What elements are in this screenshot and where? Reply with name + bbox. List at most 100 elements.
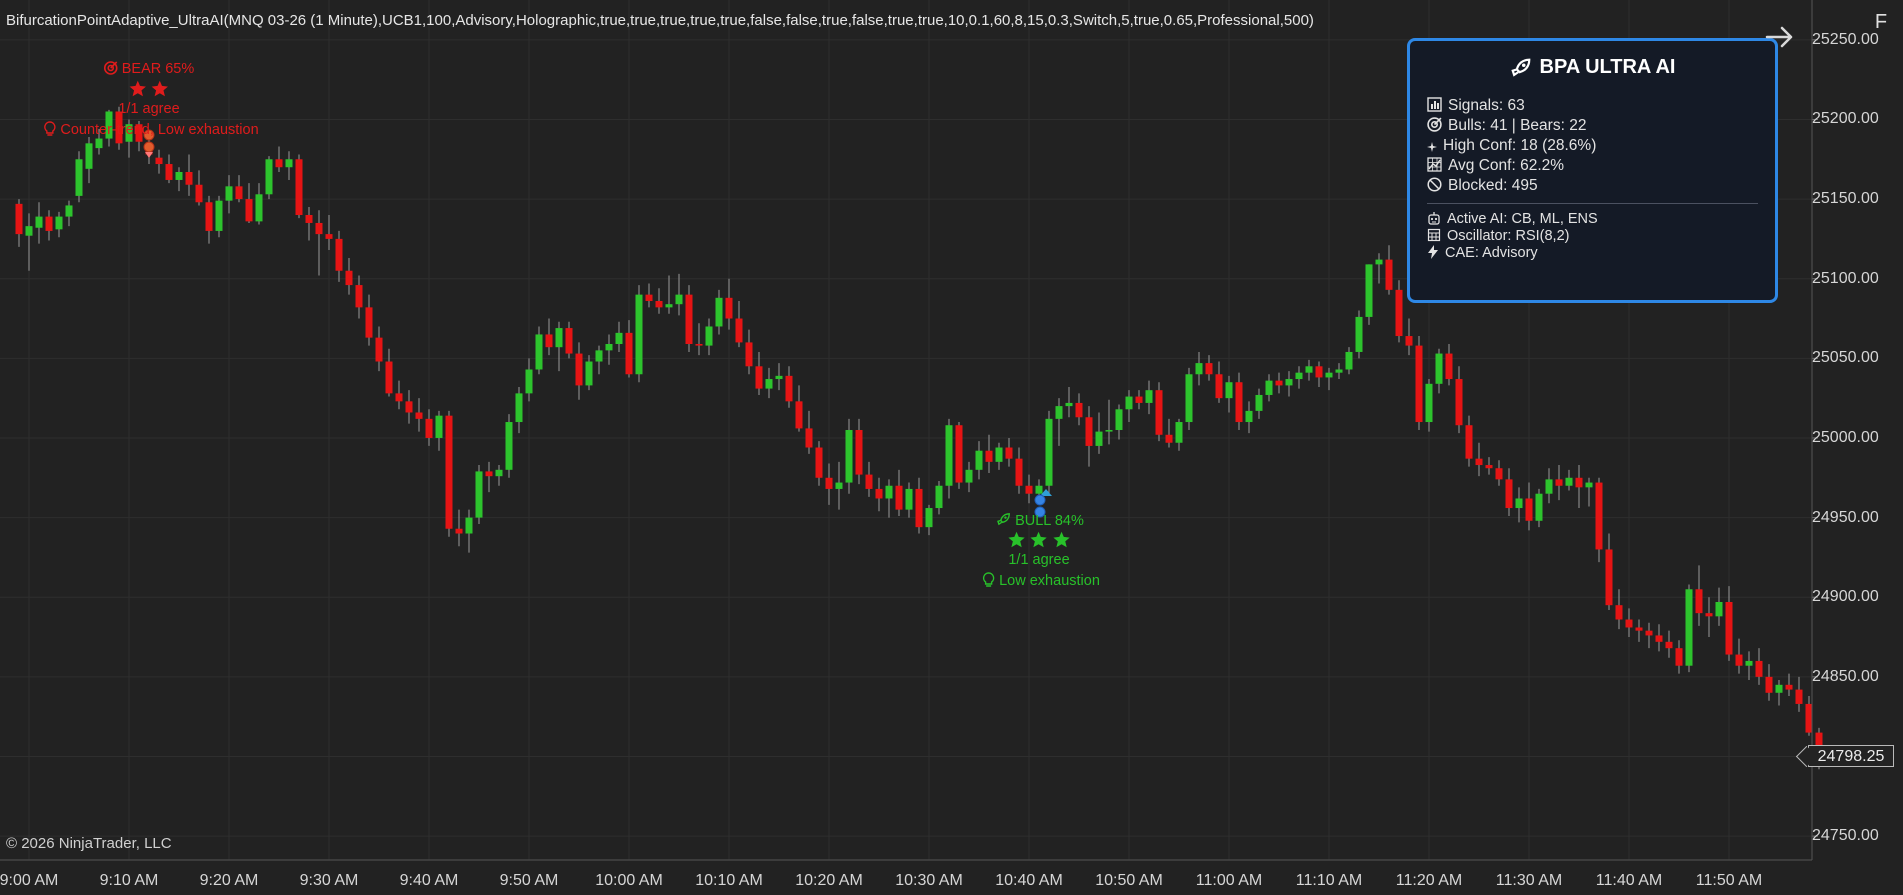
- candle: [1455, 366, 1463, 434]
- bear-candle-body: [1215, 374, 1223, 399]
- bear-candle-body: [355, 285, 363, 308]
- bull-candle-body: [515, 393, 523, 423]
- bull-candle-body: [615, 332, 623, 344]
- bear-candle-body: [955, 425, 963, 483]
- bull-candle-body: [1115, 409, 1123, 430]
- price-tick-label: 24750.00: [1812, 827, 1879, 845]
- time-tick-label: 11:50 AM: [1695, 872, 1763, 889]
- candle: [645, 283, 653, 308]
- bear-candle-body: [1015, 458, 1023, 486]
- bear-candle-body: [1415, 345, 1423, 423]
- candle: [725, 278, 733, 330]
- bear-candle-body: [1705, 613, 1713, 617]
- bull-candle-body: [635, 294, 643, 375]
- bear-candle-body: [1765, 676, 1773, 693]
- star-icon: [1030, 531, 1048, 548]
- candle: [1365, 264, 1373, 325]
- bull-candle-body: [765, 379, 773, 389]
- bull-candle-body: [1715, 602, 1723, 617]
- bull-candle-body: [475, 471, 483, 518]
- bulls-bears-stat: Bulls: 41 | Bears: 22: [1427, 117, 1586, 135]
- bear-candle-body: [685, 294, 693, 344]
- bpa-stats-panel: BPA ULTRA AI Signals: 63 Bulls: 41 | Bea…: [1407, 38, 1778, 303]
- candle: [395, 380, 403, 410]
- candle: [295, 154, 303, 219]
- candle: [1655, 624, 1663, 652]
- candle: [1525, 482, 1533, 531]
- star-icon: [1053, 531, 1070, 548]
- candle: [615, 321, 623, 352]
- candle: [1595, 477, 1603, 563]
- bear-candle-body: [625, 332, 633, 375]
- bull-candle-body: [1365, 264, 1373, 317]
- time-tick-label: 11:00 AM: [1195, 872, 1263, 889]
- candle: [975, 441, 983, 480]
- candle: [235, 175, 243, 203]
- target-icon: [103, 61, 118, 75]
- candle: [855, 418, 863, 485]
- candle: [515, 387, 523, 434]
- panel-title: BPA ULTRA AI: [1410, 56, 1775, 79]
- bear-candle-body: [1525, 498, 1533, 521]
- candle: [705, 318, 713, 356]
- bull-candle-body: [665, 304, 673, 308]
- bear-candle-body: [1085, 417, 1093, 446]
- bull-candle-body: [1535, 493, 1543, 521]
- bull-candle-body: [1745, 660, 1753, 666]
- candle: [1705, 597, 1713, 638]
- candle: [865, 461, 873, 497]
- candle: [695, 323, 703, 356]
- candle: [625, 320, 633, 378]
- bear-candle-body: [1075, 402, 1083, 418]
- bear-candle-body: [815, 447, 823, 478]
- bull-candle-body: [1125, 396, 1133, 410]
- candle: [1795, 676, 1803, 712]
- bull-candle-body: [715, 297, 723, 327]
- bull-signal-label: BULL 84%: [996, 512, 1084, 529]
- bear-candle-body: [235, 186, 243, 200]
- candle: [465, 509, 473, 553]
- star-icon: [152, 80, 169, 97]
- candle: [1245, 401, 1253, 434]
- candle: [1555, 465, 1563, 501]
- lightning-icon: [1428, 245, 1438, 259]
- candle: [1075, 393, 1083, 426]
- candle: [1255, 388, 1263, 419]
- bull-candle-body: [965, 469, 973, 483]
- bull-candle-body: [25, 226, 33, 236]
- candle: [1715, 587, 1723, 626]
- candle: [495, 465, 503, 486]
- chart-area[interactable]: BifurcationPointAdaptive_UltraAI(MNQ 03-…: [0, 0, 1903, 895]
- bear-candle-body: [1795, 689, 1803, 704]
- candle: [325, 215, 333, 251]
- bear-candle-body: [1605, 549, 1613, 606]
- bull-candle-body: [1225, 382, 1233, 399]
- arrow-right-icon[interactable]: [1763, 22, 1797, 52]
- bear-candle-body: [1135, 396, 1143, 403]
- bull-candle-body: [835, 482, 843, 489]
- bear-candle-body: [1475, 458, 1483, 466]
- candle: [1395, 280, 1403, 343]
- bull-candle-body: [705, 326, 713, 346]
- candle: [205, 195, 213, 244]
- bear-candle-body: [1465, 425, 1473, 459]
- candle: [895, 469, 903, 516]
- candle: [1025, 474, 1033, 504]
- candle: [1625, 608, 1633, 638]
- bear-candle-body: [855, 430, 863, 475]
- candle: [1295, 366, 1303, 389]
- candle: [1125, 390, 1133, 423]
- candle: [905, 482, 913, 518]
- candle: [535, 326, 543, 375]
- bull-candle-body: [535, 334, 543, 370]
- bull-candle-body: [905, 488, 913, 510]
- bear-candle-body: [1665, 641, 1673, 649]
- bear-candle-body: [1405, 336, 1413, 346]
- blocked-icon: [1427, 177, 1442, 192]
- bear-candle-body: [915, 488, 923, 528]
- lightbulb-icon: [44, 121, 56, 136]
- candle: [805, 410, 813, 454]
- candle: [1565, 469, 1573, 491]
- candle: [785, 366, 793, 408]
- candle: [825, 463, 833, 505]
